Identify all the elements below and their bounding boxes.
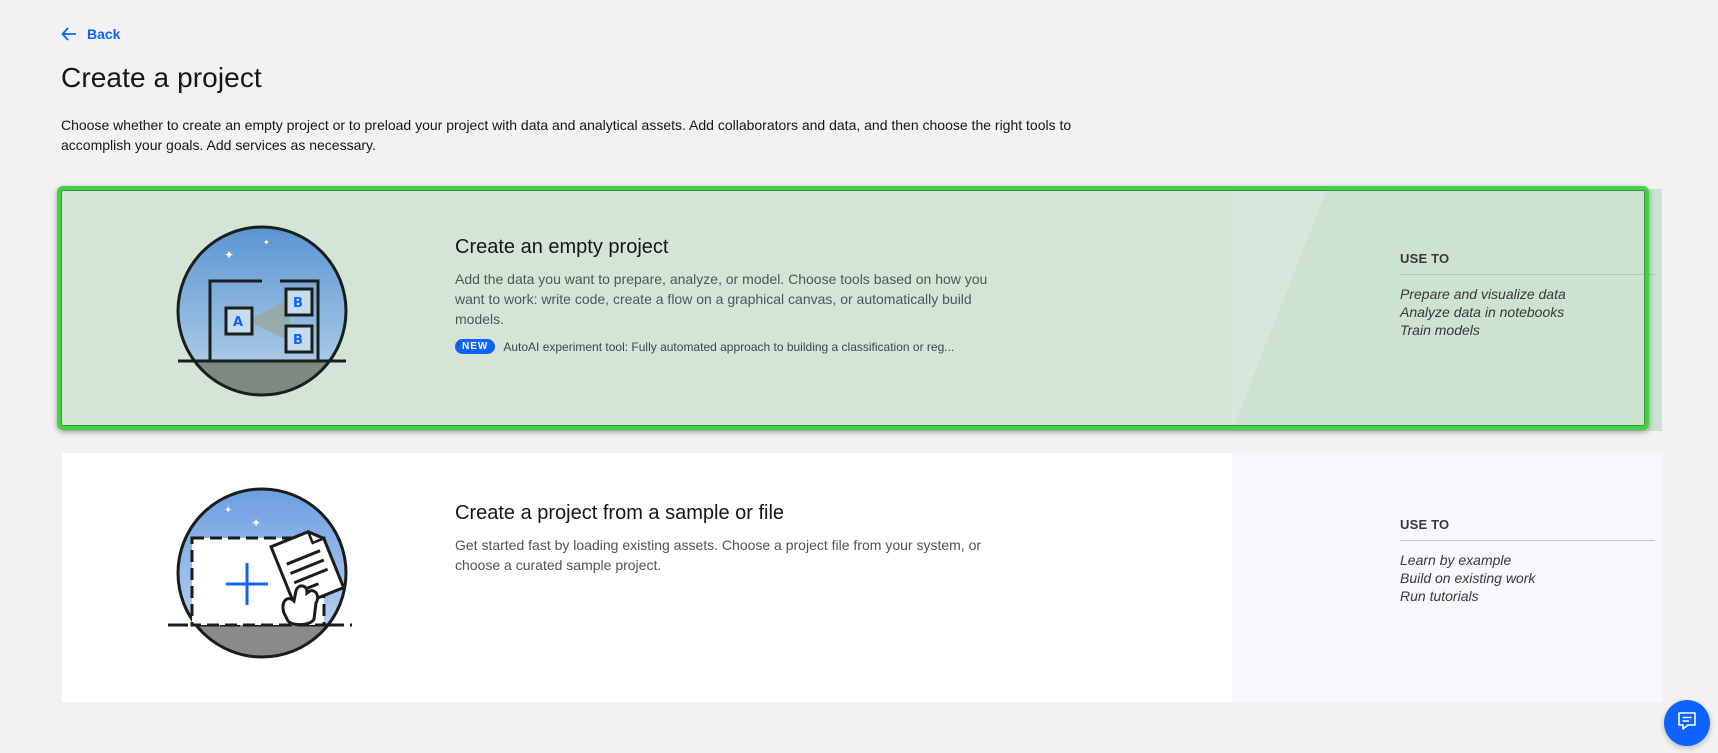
- page-title: Create a project: [61, 62, 262, 93]
- new-tag: NEW: [455, 339, 496, 354]
- card-title: Create a project from a sample or file: [455, 502, 785, 524]
- svg-text:✦: ✦: [224, 248, 234, 262]
- card-body: Create an empty project Add the data you…: [455, 236, 995, 354]
- sample-project-illustration: ✦ ✦ ✦: [168, 487, 352, 659]
- new-feature-text: AutoAI experiment tool: Fully automated …: [503, 339, 955, 354]
- svg-text:B: B: [293, 296, 303, 311]
- use-to-list: Learn by example Build on existing work …: [1400, 551, 1655, 605]
- card-description: Add the data you want to prepare, analyz…: [455, 271, 988, 327]
- new-feature-row: NEW AutoAI experiment tool: Fully automa…: [455, 339, 995, 354]
- empty-project-illustration: ✦ ✦ A B B: [176, 225, 348, 397]
- use-to-heading: USE TO: [1400, 251, 1655, 275]
- use-to-list: Prepare and visualize data Analyze data …: [1400, 285, 1655, 339]
- use-to-item: Build on existing work: [1400, 570, 1536, 586]
- svg-text:✦: ✦: [224, 505, 232, 516]
- page-description: Choose whether to create an empty projec…: [61, 117, 1072, 153]
- chat-icon: [1676, 710, 1698, 737]
- use-to-item: Learn by example: [1400, 552, 1512, 568]
- create-from-sample-card[interactable]: ✦ ✦ ✦ Create a project from a sample or …: [62, 453, 1662, 702]
- use-to-heading: USE TO: [1400, 517, 1655, 541]
- use-to-item: Run tutorials: [1400, 588, 1479, 604]
- card-description: Get started fast by loading existing ass…: [455, 537, 982, 573]
- card-title: Create an empty project: [455, 236, 669, 258]
- back-link[interactable]: Back: [61, 26, 120, 42]
- card-body: Create a project from a sample or file G…: [455, 502, 995, 575]
- use-to-item: Train models: [1400, 322, 1480, 338]
- svg-text:B: B: [293, 333, 303, 348]
- svg-text:A: A: [233, 315, 243, 330]
- chat-button[interactable]: [1664, 700, 1710, 746]
- svg-text:✦: ✦: [251, 516, 261, 530]
- arrow-left-icon: [61, 26, 77, 42]
- use-to-section: USE TO Learn by example Build on existin…: [1400, 517, 1655, 605]
- use-to-item: Analyze data in notebooks: [1400, 304, 1565, 320]
- use-to-section: USE TO Prepare and visualize data Analyz…: [1400, 251, 1655, 339]
- use-to-item: Prepare and visualize data: [1400, 286, 1566, 302]
- create-empty-project-card[interactable]: ✦ ✦ A B B Create an empty project Add th…: [62, 189, 1662, 431]
- back-label: Back: [87, 26, 121, 42]
- svg-text:✦: ✦: [263, 238, 270, 247]
